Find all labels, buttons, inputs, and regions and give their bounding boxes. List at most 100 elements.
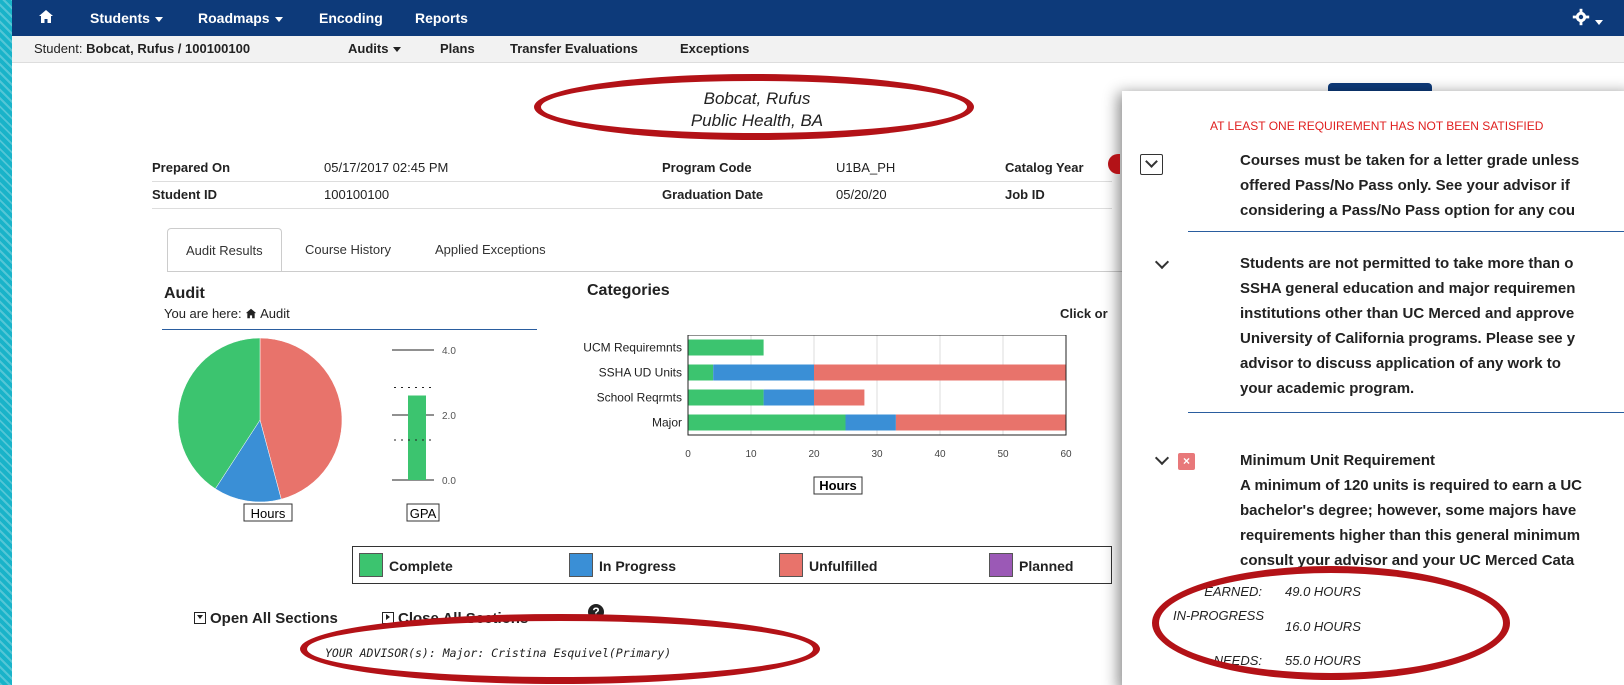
legend-complete: Complete: [389, 558, 453, 574]
graduation-date-value: 05/20/20: [836, 187, 887, 202]
req1-line: offered Pass/No Pass only. See your advi…: [1240, 177, 1570, 194]
sub-navbar: Student: Bobcat, Rufus / 100100100 Audit…: [12, 36, 1624, 63]
student-label: Student: Bobcat, Rufus / 100100100: [34, 41, 250, 56]
tab-transfer-evaluations[interactable]: Transfer Evaluations: [510, 41, 638, 56]
cat-tick-label: 20: [808, 449, 820, 460]
cat-bar-in-progress[interactable]: [845, 414, 896, 431]
gpa-axis-label: GPA: [410, 506, 437, 521]
warning-text: AT LEAST ONE REQUIREMENT HAS NOT BEEN SA…: [1210, 119, 1544, 133]
open-all-sections-button[interactable]: Open All Sections: [194, 610, 338, 627]
home-icon[interactable]: [38, 9, 54, 27]
req3-line: A minimum of 120 units is required to ea…: [1240, 477, 1583, 494]
chevron-down-icon[interactable]: [1154, 450, 1170, 466]
cat-bar-complete[interactable]: [688, 339, 764, 356]
req3-line: requirements higher than this general mi…: [1240, 527, 1581, 544]
collapse-icon: [382, 612, 394, 624]
tab-exceptions[interactable]: Exceptions: [680, 41, 749, 56]
tab-plans[interactable]: Plans: [440, 41, 475, 56]
cat-category-label: Major: [652, 416, 682, 430]
cat-category-label: School Reqrmts: [597, 391, 682, 405]
cat-bar-complete[interactable]: [688, 364, 714, 381]
nav-reports[interactable]: Reports: [415, 10, 468, 26]
needs-value: 55.0 HOURS: [1285, 653, 1361, 668]
req1-line: considering a Pass/No Pass option for an…: [1240, 202, 1576, 219]
cat-bar-complete[interactable]: [688, 414, 846, 431]
gpa-bar: [408, 395, 426, 480]
req2-line: advisor to discuss application of any wo…: [1240, 355, 1561, 372]
close-all-label: Close All Sections: [398, 610, 529, 627]
requirement-letter-grade[interactable]: Courses must be taken for a letter grade…: [1240, 148, 1579, 223]
cat-tick-label: 10: [745, 449, 757, 460]
student-prefix: Student:: [34, 41, 83, 56]
req2-line: University of California programs. Pleas…: [1240, 330, 1576, 347]
cat-tick-label: 50: [997, 449, 1009, 460]
student-id-label: Student ID: [152, 187, 217, 202]
nav-roadmaps[interactable]: Roadmaps: [198, 10, 283, 26]
tab-audits[interactable]: Audits: [348, 41, 402, 56]
gear-icon: [1572, 8, 1590, 26]
chevron-down-icon: [1595, 19, 1603, 25]
catalog-year-label: Catalog Year: [1005, 160, 1084, 175]
legend-in-progress: In Progress: [599, 558, 677, 574]
breadcrumb-prefix: You are here:: [164, 306, 242, 321]
annotation-oval-fragment: [1108, 154, 1120, 174]
legend-unfulfilled: Unfulfilled: [809, 558, 878, 574]
audit-title: Audit: [164, 285, 205, 302]
click-hint: Click or: [1060, 306, 1108, 321]
earned-label: EARNED:: [1204, 584, 1262, 599]
req1-line: Courses must be taken for a letter grade…: [1240, 152, 1580, 169]
chevron-down-icon: [274, 16, 283, 22]
cat-tick-label: 40: [934, 449, 946, 460]
settings-menu[interactable]: [1572, 8, 1603, 29]
earned-value: 49.0 HOURS: [1285, 584, 1361, 599]
cat-bar-in-progress[interactable]: [763, 389, 814, 406]
requirement-transfer-limit[interactable]: Students are not permitted to take more …: [1240, 251, 1575, 401]
nav-roadmaps-label: Roadmaps: [198, 10, 270, 26]
chart-legend: Complete In Progress Unfulfilled Planned: [352, 546, 1112, 584]
cat-tick-label: 0: [685, 449, 691, 460]
cat-bar-complete[interactable]: [688, 389, 764, 406]
legend-swatch-complete: [359, 553, 383, 577]
req2-line: Students are not permitted to take more …: [1240, 255, 1574, 272]
nav-students[interactable]: Students: [90, 10, 163, 26]
cat-tick-label: 60: [1060, 449, 1072, 460]
program-code-label: Program Code: [662, 160, 752, 175]
app-window: Students Roadmaps Encoding Reports Stude…: [12, 0, 1624, 685]
cat-category-label: UCM Requiremnts: [583, 341, 682, 355]
gpa-tick-label: 0.0: [442, 476, 456, 487]
req2-line: institutions other than UC Merced and ap…: [1240, 305, 1575, 322]
audit-underline: [162, 329, 537, 330]
categories-title: Categories: [587, 282, 670, 299]
job-id-label: Job ID: [1005, 187, 1045, 202]
tab-applied-exceptions[interactable]: Applied Exceptions: [417, 228, 564, 272]
breadcrumb-audit[interactable]: Audit: [260, 306, 290, 321]
cat-bar-unfulfilled[interactable]: [814, 364, 1066, 381]
cat-bar-unfulfilled[interactable]: [814, 389, 865, 406]
question-circle-icon[interactable]: ?: [588, 604, 604, 620]
program-heading: Public Health, BA: [690, 111, 824, 130]
close-all-sections-button[interactable]: Close All Sections: [382, 610, 528, 627]
tab-audit-results[interactable]: Audit Results: [167, 228, 282, 272]
program-code-value: U1BA_PH: [836, 160, 896, 175]
panel-divider: [1188, 412, 1624, 413]
advisor-text: YOUR ADVISOR(s): Major: Cristina Esquive…: [325, 646, 672, 660]
close-icon: ×: [1178, 453, 1195, 470]
breadcrumb: You are here: Audit: [164, 306, 290, 321]
cat-bar-unfulfilled[interactable]: [895, 414, 1066, 431]
panel-divider: [1188, 231, 1624, 232]
cat-bar-in-progress[interactable]: [713, 364, 814, 381]
tab-course-history[interactable]: Course History: [287, 228, 409, 272]
tab-audits-label: Audits: [348, 41, 389, 56]
nav-encoding[interactable]: Encoding: [319, 10, 383, 26]
info-divider: [152, 208, 1112, 209]
audit-header: Bobcat, Rufus Public Health, BA: [602, 88, 912, 132]
requirement-minimum-units[interactable]: Minimum Unit Requirement A minimum of 12…: [1240, 448, 1582, 573]
req3-title: Minimum Unit Requirement: [1240, 452, 1436, 469]
chevron-down-icon[interactable]: [1154, 254, 1170, 270]
prepared-on-label: Prepared On: [152, 160, 231, 175]
nav-students-label: Students: [90, 10, 150, 26]
req2-line: SSHA general education and major require…: [1240, 280, 1576, 297]
chevron-down-icon[interactable]: [1140, 154, 1163, 175]
gpa-tick-label: 2.0: [442, 411, 456, 422]
home-icon: [246, 308, 257, 319]
